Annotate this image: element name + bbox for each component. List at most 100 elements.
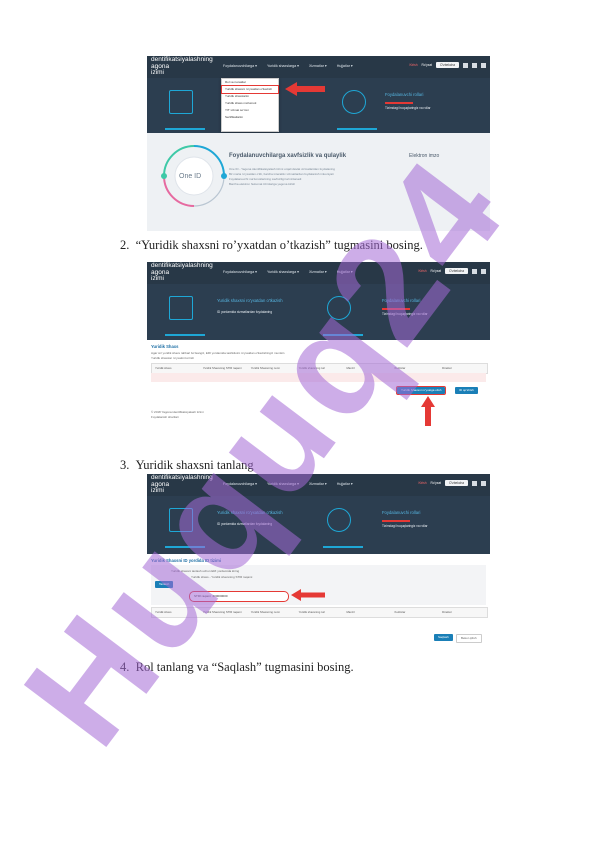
red-arrow-up-icon <box>421 396 435 426</box>
main-menu: Foydalanuvchilarga ▾ Yuridik shaxslarga … <box>223 270 353 274</box>
table-row <box>151 373 486 382</box>
card-subtitle: ID yordamida xizmatlardan foydalaning <box>217 522 273 526</box>
main-menu: Foydalanuvchilarga ▾ Yuridik shaxslarga … <box>223 64 353 68</box>
red-arrow-icon <box>291 589 325 601</box>
hero-banner: Yuridik shaxsni ro'yxatdan o'tkazish ID … <box>147 496 490 554</box>
menu-item[interactable]: Hujjatlar ▾ <box>337 482 353 486</box>
screenshot-step1: dentifikatsiyalashning agona izimi Foyda… <box>147 56 490 231</box>
card-title: Foydalanuvchi rollari <box>385 92 424 97</box>
card-subtitle: Tizimdagi huquqlaringiz va rollar <box>385 106 431 110</box>
footer-line: © 2018 Yagona identifikatsiyalash tizimi <box>151 410 204 414</box>
section-title: Foydalanuvchilarga xavfsizlik va qulayli… <box>229 153 347 159</box>
cyan-bar <box>165 334 205 336</box>
user-icon <box>342 90 366 114</box>
flag-icon[interactable] <box>472 480 477 486</box>
menu-item[interactable]: Xizmatlar ▾ <box>309 64 327 68</box>
dropdown-item-register[interactable]: Yuridik shaxsni ro'yxatdan o'tkazish <box>221 85 279 94</box>
cyan-bar <box>165 546 205 548</box>
building-icon <box>169 296 193 320</box>
panel-title: Yuridik Shaxsni ID yordida ID tizimi <box>151 558 222 563</box>
dropdown-menu: Rol va ruxsatlar Yuridik shaxsni ro'yxat… <box>221 78 279 132</box>
flag-icon[interactable] <box>463 62 468 68</box>
login-link[interactable]: Kirish <box>419 269 427 273</box>
card-title: Yuridik shaxsni ro'yxatdan o'tkazish <box>217 298 283 303</box>
flag-icon[interactable] <box>481 62 486 68</box>
menu-item[interactable]: Yuridik shaxslarga ▾ <box>267 270 299 274</box>
menu-item[interactable]: Yuridik shaxslarga ▾ <box>267 482 299 486</box>
dropdown-item[interactable]: Yuridik shaxs ma'lumoti <box>222 100 278 107</box>
top-navbar: dentifikatsiyalashning agona izimi Foyda… <box>147 262 490 284</box>
footer-line[interactable]: Foydalanish shartlari <box>151 415 179 419</box>
screenshot-step3: dentifikatsiyalashning agona izimi Foyda… <box>147 474 490 649</box>
brand-logo[interactable]: dentifikatsiyalashning agona izimi <box>151 474 213 495</box>
flag-icon[interactable] <box>481 268 486 274</box>
stir-input[interactable]: STIR raqami 200000000 <box>189 591 289 602</box>
dropdown-item[interactable]: Yuridik shaxslarim <box>222 93 278 100</box>
section-text: One ID - Yagona identifikatsiyalash tizi… <box>229 167 335 186</box>
screenshot-step2: dentifikatsiyalashning agona izimi Foyda… <box>147 262 490 429</box>
lower-section: One ID Foydalanuvchilarga xavfsizlik va … <box>147 133 490 231</box>
panel-line: Yuridik shaxslar ro'yxatini ko'rish <box>151 356 194 360</box>
login-link[interactable]: Kirish <box>419 481 427 485</box>
top-right-controls: Kirish Ro'yxat O'zbekcha <box>410 62 486 68</box>
panel-title: Yuridik Shaxs <box>151 344 179 349</box>
menu-item[interactable]: Hujjatlar ▾ <box>337 64 353 68</box>
flag-icon[interactable] <box>481 480 486 486</box>
cyan-bar <box>337 128 377 130</box>
user-icon <box>327 296 351 320</box>
top-right-controls: Kirish Ro'yxat O'zbekcha <box>419 268 486 274</box>
main-menu: Foydalanuvchilarga ▾ Yuridik shaxslarga … <box>223 482 353 486</box>
menu-item[interactable]: Foydalanuvchilarga ▾ <box>223 64 257 68</box>
card-subtitle: ID yordamida xizmatlardan foydalaning <box>217 310 273 314</box>
register-link[interactable]: Ro'yxat <box>422 63 433 67</box>
red-arrow-icon <box>285 82 325 96</box>
building-icon <box>169 90 193 114</box>
cancel-button[interactable]: Bekor qilish <box>456 634 482 643</box>
select-button[interactable]: Tanlash <box>155 581 174 588</box>
login-link[interactable]: Kirish <box>410 63 418 67</box>
cyan-bar <box>323 334 363 336</box>
dropdown-item[interactable]: YIT xizmat so'rovi <box>222 107 278 114</box>
card-title: Foydalanuvchi rollari <box>382 510 421 515</box>
menu-item[interactable]: Foydalanuvchilarga ▾ <box>223 482 257 486</box>
menu-item[interactable]: Xizmatlar ▾ <box>309 482 327 486</box>
card-title: Foydalanuvchi rollari <box>382 298 421 303</box>
hero-banner: Yuridik shaxsni ro'yxatdan o'tkazish ID … <box>147 284 490 340</box>
step-4-caption: 4. Rol tanlang va “Saqlash” tugmasini bo… <box>120 660 354 674</box>
top-navbar: dentifikatsiyalashning agona izimi Foyda… <box>147 474 490 496</box>
panel-line: Agar siz yuridik shaxs rahbari bo'lsangi… <box>151 351 285 355</box>
menu-item[interactable]: Foydalanuvchilarga ▾ <box>223 270 257 274</box>
cyan-bar <box>165 128 205 130</box>
step-3-caption: 3. Yuridik shaxsni tanlang <box>120 458 254 472</box>
brand-logo[interactable]: dentifikatsiyalashning agona izimi <box>151 262 213 283</box>
register-legal-entity-button[interactable]: Yuridik Shaxsni ro'yxatga olish <box>395 386 447 395</box>
card-title: Yuridik shaxsni ro'yxatdan o'tkazish <box>217 510 283 515</box>
language-select[interactable]: O'zbekcha <box>436 62 459 68</box>
step-2-caption: 2. “Yuridik shaxsni ro’yxatdan o’tkazish… <box>120 238 423 252</box>
register-link[interactable]: Ro'yxat <box>431 269 442 273</box>
top-right-controls: Kirish Ro'yxat O'zbekcha <box>419 480 486 486</box>
red-underline <box>382 308 410 310</box>
language-select[interactable]: O'zbekcha <box>445 268 468 274</box>
user-icon <box>327 508 351 532</box>
side-title: Elektron imzo <box>409 153 440 159</box>
dropdown-item[interactable]: Sertifikatlarim <box>222 114 278 121</box>
red-underline <box>382 520 410 522</box>
language-select[interactable]: O'zbekcha <box>445 480 468 486</box>
register-link[interactable]: Ro'yxat <box>431 481 442 485</box>
table-header: Yuridik shaxs Yuridik Shaxsning STIR raq… <box>151 607 488 618</box>
flag-icon[interactable] <box>472 62 477 68</box>
form-line: Yuridik shaxs - Yuridik shaxsning STIR r… <box>191 575 253 579</box>
form-area: Yuridik shaxsni tanlash uchun ERI yordam… <box>151 565 486 605</box>
top-navbar: dentifikatsiyalashning agona izimi Foyda… <box>147 56 490 78</box>
flag-icon[interactable] <box>472 268 477 274</box>
save-button[interactable]: Saqlash <box>434 634 453 641</box>
brand-logo[interactable]: dentifikatsiyalashning agona izimi <box>151 56 213 77</box>
menu-item[interactable]: Yuridik shaxslarga ▾ <box>267 64 299 68</box>
cyan-bar <box>323 546 363 548</box>
menu-item[interactable]: Xizmatlar ▾ <box>309 270 327 274</box>
menu-item[interactable]: Hujjatlar ▾ <box>337 270 353 274</box>
add-id-button[interactable]: ID qo'shish <box>455 387 478 394</box>
dropdown-item[interactable]: Rol va ruxsatlar <box>222 79 278 86</box>
building-icon <box>169 508 193 532</box>
